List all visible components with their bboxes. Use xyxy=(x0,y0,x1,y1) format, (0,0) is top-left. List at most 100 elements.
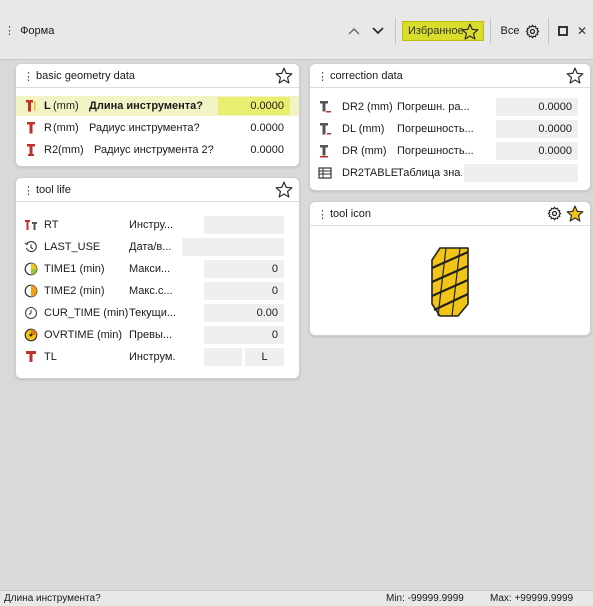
param-description: Макси... xyxy=(129,263,171,275)
param-value-field[interactable]: 0 xyxy=(204,260,284,278)
param-value-field[interactable]: 0.0000 xyxy=(218,141,290,159)
param-value-field[interactable]: 0.0000 xyxy=(496,98,578,116)
correction-row-dr2[interactable]: DR2 (mm) Погрешн. ра... 0.0000 xyxy=(310,97,590,117)
param-description: Погрешность... xyxy=(397,145,474,157)
panel-title: tool life xyxy=(36,184,71,196)
param-name: RT xyxy=(44,219,59,231)
end-mill-tool-icon xyxy=(431,247,469,317)
clock-icon xyxy=(24,306,38,320)
all-button[interactable]: Все xyxy=(499,22,521,40)
param-name: CUR_TIME (min) xyxy=(44,307,129,319)
param-value-field[interactable]: 0 xyxy=(204,282,284,300)
param-value-field[interactable]: 0.00 xyxy=(204,304,284,322)
tool-life-row-last-use[interactable]: LAST_USE Дата/в... xyxy=(16,237,299,257)
tool-radius2-icon xyxy=(27,144,35,156)
basic-geometry-panel: ⋮ basic geometry data L (mm) Длина инстр… xyxy=(15,63,300,167)
tool-life-row-cur-time[interactable]: CUR_TIME (min) Текущи... 0.00 xyxy=(16,303,299,323)
param-value-field[interactable]: 0.0000 xyxy=(496,142,578,160)
param-description: Погрешн. ра... xyxy=(397,101,470,113)
star-filled-icon[interactable] xyxy=(566,205,584,222)
param-value-field[interactable] xyxy=(204,216,284,234)
param-name: DR2 (mm) xyxy=(342,101,393,113)
param-value-field[interactable]: 0.0000 xyxy=(218,119,290,137)
param-description: Длина инструмента? xyxy=(89,100,203,112)
drag-handle-icon[interactable]: ⋮ xyxy=(317,208,328,221)
drag-handle-icon[interactable]: ⋮ xyxy=(23,184,34,197)
correction-row-dr[interactable]: DR (mm) Погрешность... 0.0000 xyxy=(310,141,590,161)
param-name: R xyxy=(44,122,52,134)
all-label: Все xyxy=(500,25,520,37)
panel-header: ⋮ basic geometry data xyxy=(16,64,299,88)
star-outline-icon xyxy=(461,23,479,40)
param-name: DL (mm) xyxy=(342,123,385,135)
param-unit: (mm) xyxy=(53,100,79,112)
param-description: Макс.с... xyxy=(129,285,173,297)
history-icon xyxy=(24,240,37,253)
tool-life-row-time2[interactable]: TIME2 (min) Макс.с... 0 xyxy=(16,281,299,301)
tool-life-row-tl[interactable]: TL Инструм. L xyxy=(16,347,299,367)
min-value-label: Min: -99999.9999 xyxy=(386,593,464,604)
param-description: Дата/в... xyxy=(129,241,172,253)
param-value-field[interactable]: 0.0000 xyxy=(496,120,578,138)
favorites-button[interactable]: Избранное xyxy=(402,21,484,41)
param-description: Инструм. xyxy=(129,351,176,363)
param-name: DR2TABLE xyxy=(342,167,399,179)
chevron-up-icon xyxy=(348,28,360,35)
star-outline-icon[interactable] xyxy=(566,67,584,84)
param-value-field[interactable] xyxy=(182,238,284,256)
maximize-button[interactable] xyxy=(557,22,569,40)
panel-title: correction data xyxy=(330,70,403,82)
chevron-up-button[interactable] xyxy=(346,22,362,40)
time-gauge-icon xyxy=(24,284,38,298)
tool-icon-panel: ⋮ tool icon xyxy=(309,201,591,336)
tool-life-row-time1[interactable]: TIME1 (min) Макси... 0 xyxy=(16,259,299,279)
tool-delta-l-icon xyxy=(320,123,331,135)
panel-title: tool icon xyxy=(330,208,371,220)
param-value-field[interactable] xyxy=(464,164,578,182)
toolbar-divider xyxy=(548,18,549,44)
tool-length-icon xyxy=(26,100,36,112)
param-description: Инстру... xyxy=(129,219,174,231)
chevron-down-icon xyxy=(372,27,384,35)
form-toolbar: ⋮ Форма Избранное Все ✕ xyxy=(0,0,593,60)
close-button[interactable]: ✕ xyxy=(576,22,588,40)
star-outline-icon[interactable] xyxy=(275,181,293,198)
param-name: LAST_USE xyxy=(44,241,101,253)
drag-handle-icon[interactable]: ⋮ xyxy=(4,25,15,37)
chevron-down-button[interactable] xyxy=(370,22,386,40)
tool-life-row-rt[interactable]: RT Инстру... xyxy=(16,215,299,235)
close-icon: ✕ xyxy=(576,24,588,38)
drag-handle-icon[interactable]: ⋮ xyxy=(317,70,328,83)
correction-panel: ⋮ correction data DR2 (mm) Погрешн. ра..… xyxy=(309,63,591,191)
tool-pair-icon xyxy=(25,220,37,230)
drag-handle-icon[interactable]: ⋮ xyxy=(23,70,34,83)
param-name: L xyxy=(44,100,51,112)
param-row-l[interactable]: L (mm) Длина инструмента? 0.0000 xyxy=(16,96,299,116)
param-value-field[interactable] xyxy=(204,348,242,366)
panel-header: ⋮ correction data xyxy=(310,64,590,88)
param-name: OVRTIME (min) xyxy=(44,329,123,341)
param-name: DR (mm) xyxy=(342,145,387,157)
correction-row-dr2table[interactable]: DR2TABLE Таблица зна... xyxy=(310,163,590,183)
panel-title: basic geometry data xyxy=(36,70,136,82)
param-row-r2[interactable]: R2 (mm) Радиус инструмента 2? 0.0000 xyxy=(16,140,299,160)
param-value-field[interactable]: 0 xyxy=(204,326,284,344)
toolbar-divider xyxy=(395,18,396,44)
param-value-field[interactable]: 0.0000 xyxy=(218,97,290,115)
param-row-r[interactable]: R (mm) Радиус инструмента? 0.0000 xyxy=(16,118,299,138)
tool-life-row-ovrtime[interactable]: OVRTIME (min) Превы... 0 xyxy=(16,325,299,345)
settings-button[interactable] xyxy=(524,22,540,40)
favorites-label: Избранное xyxy=(408,25,464,37)
param-description: Превы... xyxy=(129,329,173,341)
form-title: ⋮ Форма xyxy=(4,24,54,37)
param-name: TIME1 (min) xyxy=(44,263,105,275)
param-description: Таблица зна... xyxy=(397,167,462,179)
star-outline-icon[interactable] xyxy=(275,67,293,84)
gear-icon[interactable] xyxy=(547,206,562,221)
panel-header: ⋮ tool life xyxy=(16,178,299,202)
tool-locked-icon xyxy=(26,351,36,362)
param-value-field[interactable]: L xyxy=(245,348,284,366)
correction-row-dl[interactable]: DL (mm) Погрешность... 0.0000 xyxy=(310,119,590,139)
param-description: Погрешность... xyxy=(397,123,474,135)
tool-delta-r2-icon xyxy=(320,101,331,113)
